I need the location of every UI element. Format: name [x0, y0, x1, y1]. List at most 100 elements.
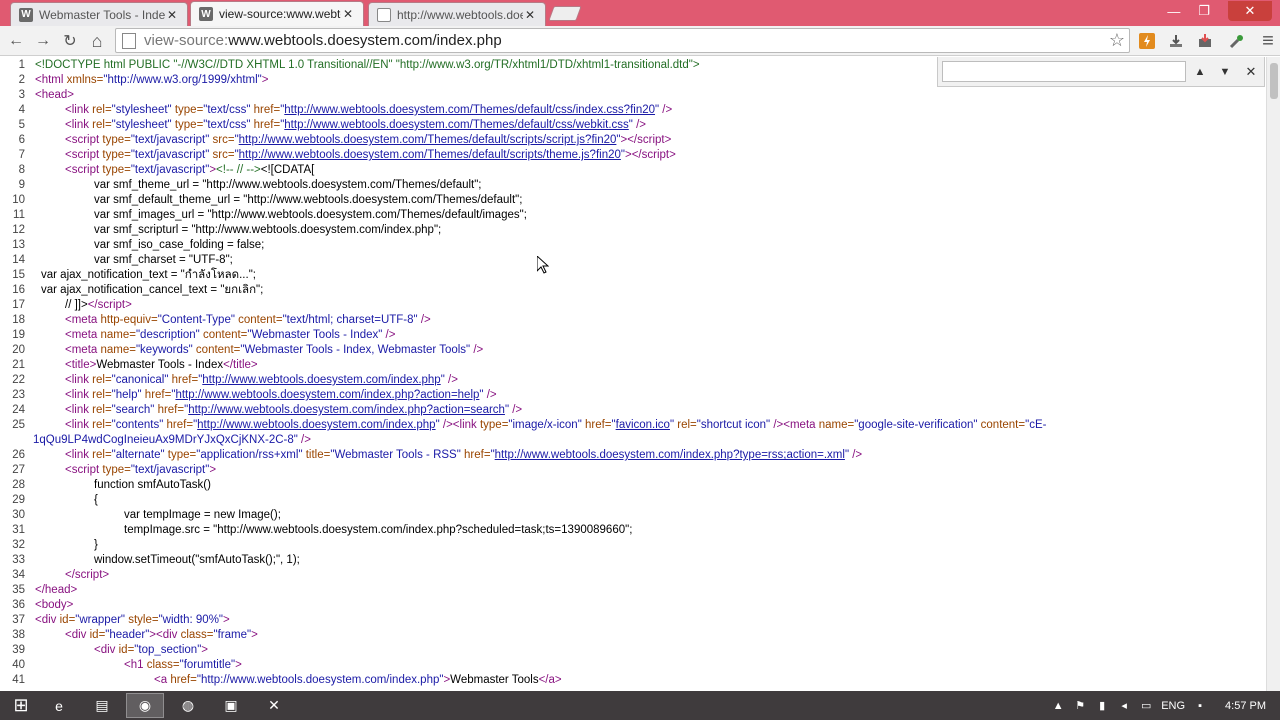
scrollbar-thumb[interactable]	[1270, 63, 1278, 99]
home-icon[interactable]: ⌂	[86, 30, 108, 52]
tools-icon[interactable]	[1226, 30, 1248, 52]
browser-toolbar: ← → ↻ ⌂ view-source: www.webtools.doesys…	[0, 26, 1280, 56]
line-code: <script type="text/javascript" src="http…	[65, 149, 676, 161]
line-code: var ajax_notification_cancel_text = "ยกเ…	[41, 284, 264, 296]
tab-close-icon[interactable]: ✕	[523, 8, 537, 22]
line-number: 41	[12, 674, 25, 686]
line-code: <link rel="help" href="http://www.webtoo…	[65, 389, 497, 401]
line-number: 2	[18, 74, 25, 86]
line-number: 20	[12, 344, 25, 356]
find-close-icon[interactable]: ✕	[1240, 61, 1262, 82]
line-code: </head>	[35, 584, 78, 596]
firefox-icon[interactable]: ◍	[169, 693, 207, 718]
line-code: <html xmlns="http://www.w3.org/1999/xhtm…	[35, 74, 269, 86]
url-prefix: view-source:	[144, 32, 229, 49]
tab-webmaster-tools[interactable]: W Webmaster Tools - Index ✕	[10, 2, 188, 26]
line-number: 38	[12, 629, 25, 641]
find-previous-icon[interactable]: ▲	[1189, 61, 1211, 82]
line-code: <link rel="stylesheet" type="text/css" h…	[65, 104, 673, 116]
line-number: 7	[18, 149, 25, 161]
line-number: 19	[12, 329, 25, 341]
extension-bolt-icon[interactable]	[1136, 30, 1158, 52]
internet-explorer-icon[interactable]: e	[40, 693, 78, 718]
line-code: <link rel="canonical" href="http://www.w…	[65, 374, 458, 386]
line-number: 9	[18, 179, 25, 191]
close-window-icon[interactable]: ✕	[1228, 1, 1272, 21]
tab-title: Webmaster Tools - Index	[39, 7, 165, 22]
line-number: 15	[12, 269, 25, 281]
line-code: var smf_charset = "UTF-8";	[94, 254, 233, 266]
line-code: var ajax_notification_text = "กำลังโหลด.…	[41, 269, 256, 281]
line-code: var tempImage = new Image();	[124, 509, 281, 521]
flag-icon[interactable]: ⚑	[1073, 699, 1087, 712]
menu-icon[interactable]: ≡	[1257, 30, 1279, 52]
forward-icon[interactable]: →	[32, 30, 54, 52]
line-number: 28	[12, 479, 25, 491]
line-code: <script type="text/javascript"><!-- // -…	[65, 164, 315, 176]
line-code: <link rel="contents" href="http://www.we…	[65, 419, 1047, 431]
clock[interactable]: 4:57 PM	[1225, 700, 1266, 712]
taskbar: ⊞ e ▤ ◉ ◍ ▣ ✕ ▲ ⚑ ▮ ◂ ▭ ENG ▪ 4:57 PM	[0, 691, 1280, 720]
tab-close-icon[interactable]: ✕	[341, 7, 355, 21]
reload-icon[interactable]: ↻	[59, 30, 81, 52]
tab-close-icon[interactable]: ✕	[165, 8, 179, 22]
chrome-icon[interactable]: ◉	[126, 693, 164, 718]
maximize-icon[interactable]: ❐	[1198, 3, 1210, 19]
line-number: 23	[12, 389, 25, 401]
line-number: 32	[12, 539, 25, 551]
line-number: 40	[12, 659, 25, 671]
line-number: 31	[12, 524, 25, 536]
webmaster-favicon-icon: W	[19, 7, 33, 22]
source-view: 1 <!DOCTYPE html PUBLIC "-//W3C//DTD XHTM…	[0, 57, 1266, 691]
line-code: var smf_default_theme_url = "http://www.…	[94, 194, 523, 206]
address-bar[interactable]: view-source: www.webtools.doesystem.com/…	[115, 28, 1130, 53]
terminal-icon[interactable]: ▣	[212, 693, 250, 718]
line-number: 33	[12, 554, 25, 566]
line-code: <link rel="stylesheet" type="text/css" h…	[65, 119, 646, 131]
line-number: 39	[12, 644, 25, 656]
bookmark-star-icon[interactable]: ☆	[1109, 30, 1125, 51]
notification-icon[interactable]: ▪	[1193, 700, 1207, 712]
line-number: 22	[12, 374, 25, 386]
volume-icon[interactable]: ◂	[1117, 699, 1131, 712]
line-number: 8	[18, 164, 25, 176]
minimize-icon[interactable]: —	[1167, 4, 1180, 19]
line-code: <meta name="description" content="Webmas…	[65, 329, 396, 341]
line-code: <!DOCTYPE html PUBLIC "-//W3C//DTD XHTML…	[35, 59, 700, 71]
mouse-cursor-icon	[537, 256, 549, 274]
download-icon[interactable]	[1165, 30, 1187, 52]
vertical-scrollbar[interactable]	[1266, 57, 1280, 691]
line-code: <script type="text/javascript">	[65, 464, 217, 476]
line-code: {	[94, 494, 98, 506]
language-indicator[interactable]: ENG	[1161, 700, 1185, 712]
start-button[interactable]: ⊞	[2, 693, 40, 718]
app-icon[interactable]: ✕	[255, 693, 293, 718]
line-number: 1	[18, 59, 25, 71]
line-code: window.setTimeout("smfAutoTask();", 1);	[94, 554, 300, 566]
battery-icon[interactable]: ▭	[1139, 699, 1153, 712]
tab-view-source[interactable]: W view-source:www.webtoo ✕	[190, 1, 364, 26]
tab-webtools-url[interactable]: http://www.webtools.doe ✕	[368, 2, 546, 26]
window-controls: — ❐ ✕	[1167, 0, 1272, 22]
tab-title: http://www.webtools.doe	[397, 7, 523, 22]
find-next-icon[interactable]: ▼	[1214, 61, 1236, 82]
line-code: <script type="text/javascript" src="http…	[65, 134, 672, 146]
line-code: <div id="wrapper" style="width: 90%">	[35, 614, 230, 626]
line-number: 37	[12, 614, 25, 626]
line-code: var smf_theme_url = "http://www.webtools…	[94, 179, 482, 191]
line-code: var smf_images_url = "http://www.webtool…	[94, 209, 527, 221]
network-icon[interactable]: ▮	[1095, 699, 1109, 712]
line-code: <h1 class="forumtitle">	[124, 659, 242, 671]
line-number: 29	[12, 494, 25, 506]
line-number: 26	[12, 449, 25, 461]
new-tab-button[interactable]	[548, 6, 582, 21]
find-input[interactable]	[942, 61, 1186, 82]
line-code: <div id="header"><div class="frame">	[65, 629, 258, 641]
line-code: <head>	[35, 89, 75, 101]
tray-expand-icon[interactable]: ▲	[1051, 700, 1065, 712]
back-icon[interactable]: ←	[5, 30, 27, 52]
line-code: <meta http-equiv="Content-Type" content=…	[65, 314, 431, 326]
inbox-icon[interactable]	[1194, 30, 1216, 52]
file-explorer-icon[interactable]: ▤	[83, 693, 121, 718]
line-number: 4	[18, 104, 25, 116]
